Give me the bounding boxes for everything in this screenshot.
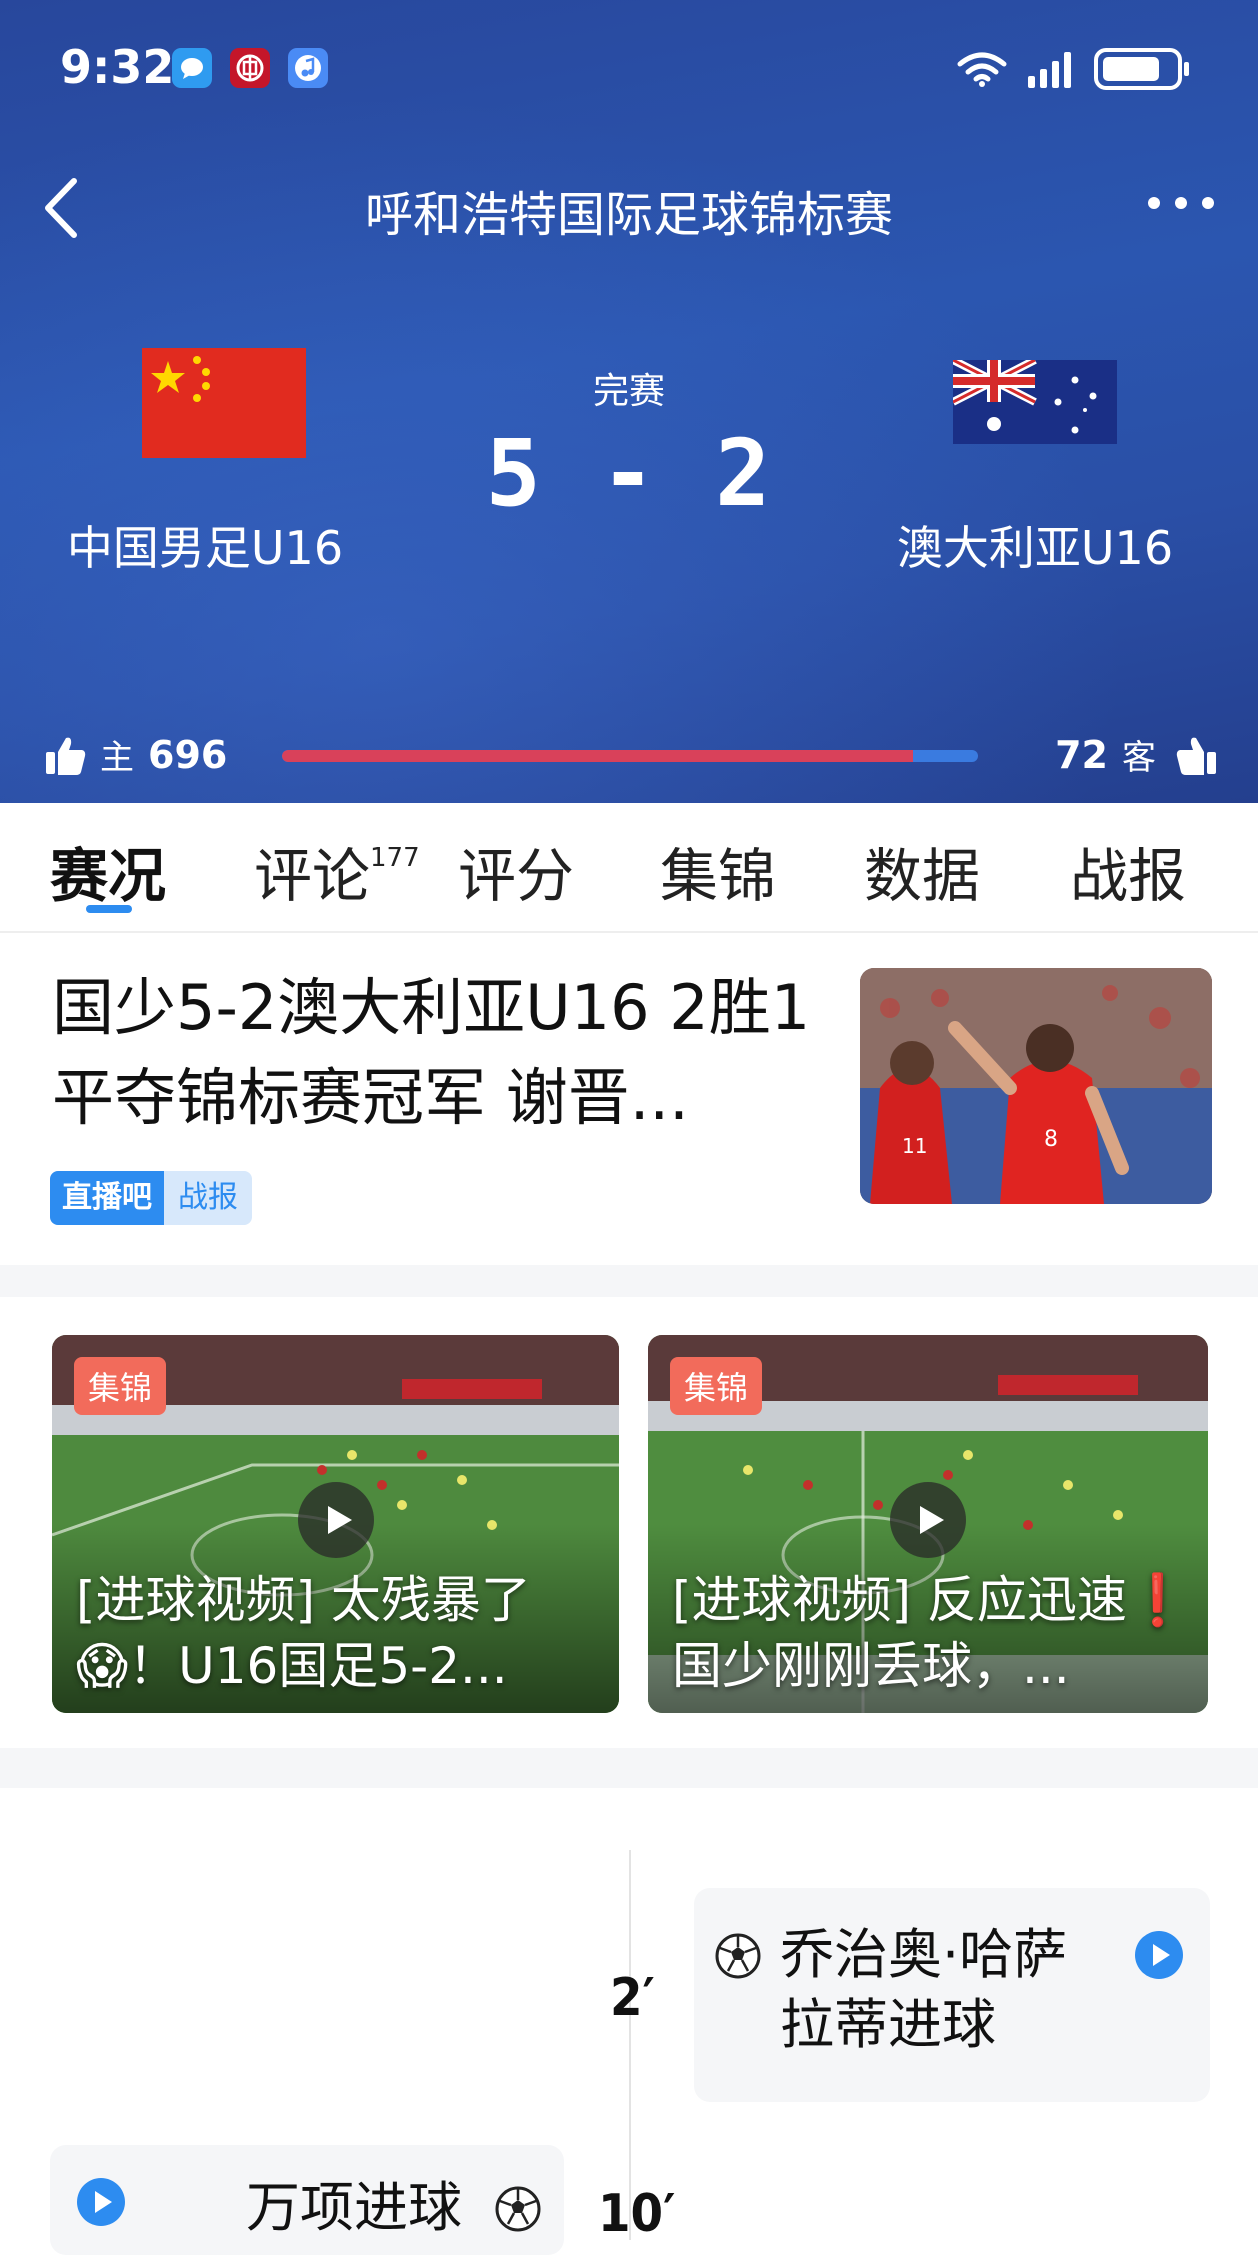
top-bar: 呼和浩特国际足球锦标赛: [0, 165, 1258, 245]
tab-match[interactable]: 赛况: [50, 829, 166, 913]
tab-label: 集锦: [660, 842, 777, 910]
active-tab-indicator: [86, 905, 132, 913]
away-support[interactable]: 72 客: [1055, 730, 1218, 779]
video-card[interactable]: 集锦 [进球视频] 反应迅速❗国少刚刚丢球，...: [648, 1335, 1208, 1713]
tab-label: 评论: [254, 842, 371, 910]
support-bar: 主 696 72 客: [0, 730, 1258, 790]
news-source: 直播吧: [50, 1171, 164, 1225]
wifi-signal-battery-icon: [957, 48, 1189, 90]
home-support-fill: [282, 750, 913, 762]
soccer-ball-icon: [495, 2186, 541, 2232]
status-time: 9:32: [60, 40, 175, 94]
tab-report[interactable]: 战报: [1070, 829, 1186, 913]
news-category: 战报: [164, 1171, 252, 1225]
music-app-icon: [288, 48, 328, 88]
match-header: 9:32 呼和浩特国际足球锦标赛 中国男足U16 完赛 5 - 2 澳大利亚U1…: [0, 0, 1258, 803]
page-title: 呼和浩特国际足球锦标赛: [364, 187, 893, 243]
away-team-name[interactable]: 澳大利亚U16: [870, 512, 1200, 578]
status-bar: 9:32: [0, 0, 1258, 140]
tab-bar: 赛况 评论177 评分 集锦 数据 战报: [0, 803, 1258, 933]
play-icon[interactable]: [296, 1480, 376, 1560]
event-text: 乔治奥·哈萨拉蒂进球: [780, 1923, 1068, 2056]
news-title: 国少5-2澳大利亚U16 2胜1平夺锦标赛冠军 谢晋...: [52, 971, 811, 1134]
tab-label: 数据: [864, 842, 981, 910]
tab-ratings[interactable]: 评分: [458, 829, 574, 913]
home-support-label: 主: [100, 738, 134, 778]
video-card[interactable]: 集锦 [进球视频] 太残暴了😱！U16国足5-2...: [52, 1335, 619, 1713]
thumb-up-icon: [46, 737, 86, 775]
status-right: [956, 44, 1196, 92]
tab-highlights[interactable]: 集锦: [660, 829, 776, 913]
video-caption: [进球视频] 太残暴了😱！U16国足5-2...: [76, 1571, 531, 1695]
australia-flag[interactable]: [951, 356, 1117, 448]
tab-comments[interactable]: 评论177: [254, 829, 420, 913]
svg-text:11: 11: [902, 1134, 927, 1158]
soccer-ball-icon: [715, 1933, 761, 1979]
tab-label: 战报: [1070, 842, 1187, 910]
home-support-count: 696: [148, 732, 228, 777]
tab-label: 赛况: [50, 842, 167, 910]
away-support-label: 客: [1122, 738, 1156, 778]
svg-text:8: 8: [1044, 1127, 1058, 1152]
section-divider: [0, 1748, 1258, 1788]
section-divider: [0, 1265, 1258, 1297]
play-icon[interactable]: [888, 1480, 968, 1560]
more-icon[interactable]: [1146, 195, 1216, 215]
play-video-icon[interactable]: [76, 2177, 126, 2227]
highlight-tag: 集锦: [74, 1357, 167, 1415]
highlight-tag: 集锦: [670, 1357, 763, 1415]
timeline-event[interactable]: 乔治奥·哈萨拉蒂进球: [694, 1888, 1210, 2102]
message-app-icon: [172, 48, 212, 88]
away-support-count: 72: [1055, 732, 1108, 777]
tab-label: 评分: [458, 842, 575, 910]
event-text: 万项进球: [246, 2176, 462, 2239]
event-minute: 10′: [598, 2184, 676, 2244]
news-source-badge: 直播吧 战报: [50, 1171, 252, 1225]
tab-stats[interactable]: 数据: [864, 829, 980, 913]
bank-app-icon: [230, 48, 270, 88]
video-caption: [进球视频] 反应迅速❗国少刚刚丢球，...: [672, 1571, 1190, 1695]
thumb-up-icon: [1176, 737, 1216, 775]
news-thumbnail: 11 8: [860, 968, 1212, 1204]
timeline-event[interactable]: 万项进球: [50, 2145, 564, 2255]
support-ratio-bar: [282, 750, 978, 762]
play-video-icon[interactable]: [1134, 1930, 1184, 1980]
event-minute: 2′: [610, 1968, 655, 2028]
comment-count-badge: 177: [370, 842, 420, 873]
timeline-line: [629, 1850, 631, 2240]
news-card[interactable]: 国少5-2澳大利亚U16 2胜1平夺锦标赛冠军 谢晋... 直播吧 战报 11 …: [0, 933, 1258, 1263]
home-support[interactable]: 主 696: [44, 730, 227, 779]
